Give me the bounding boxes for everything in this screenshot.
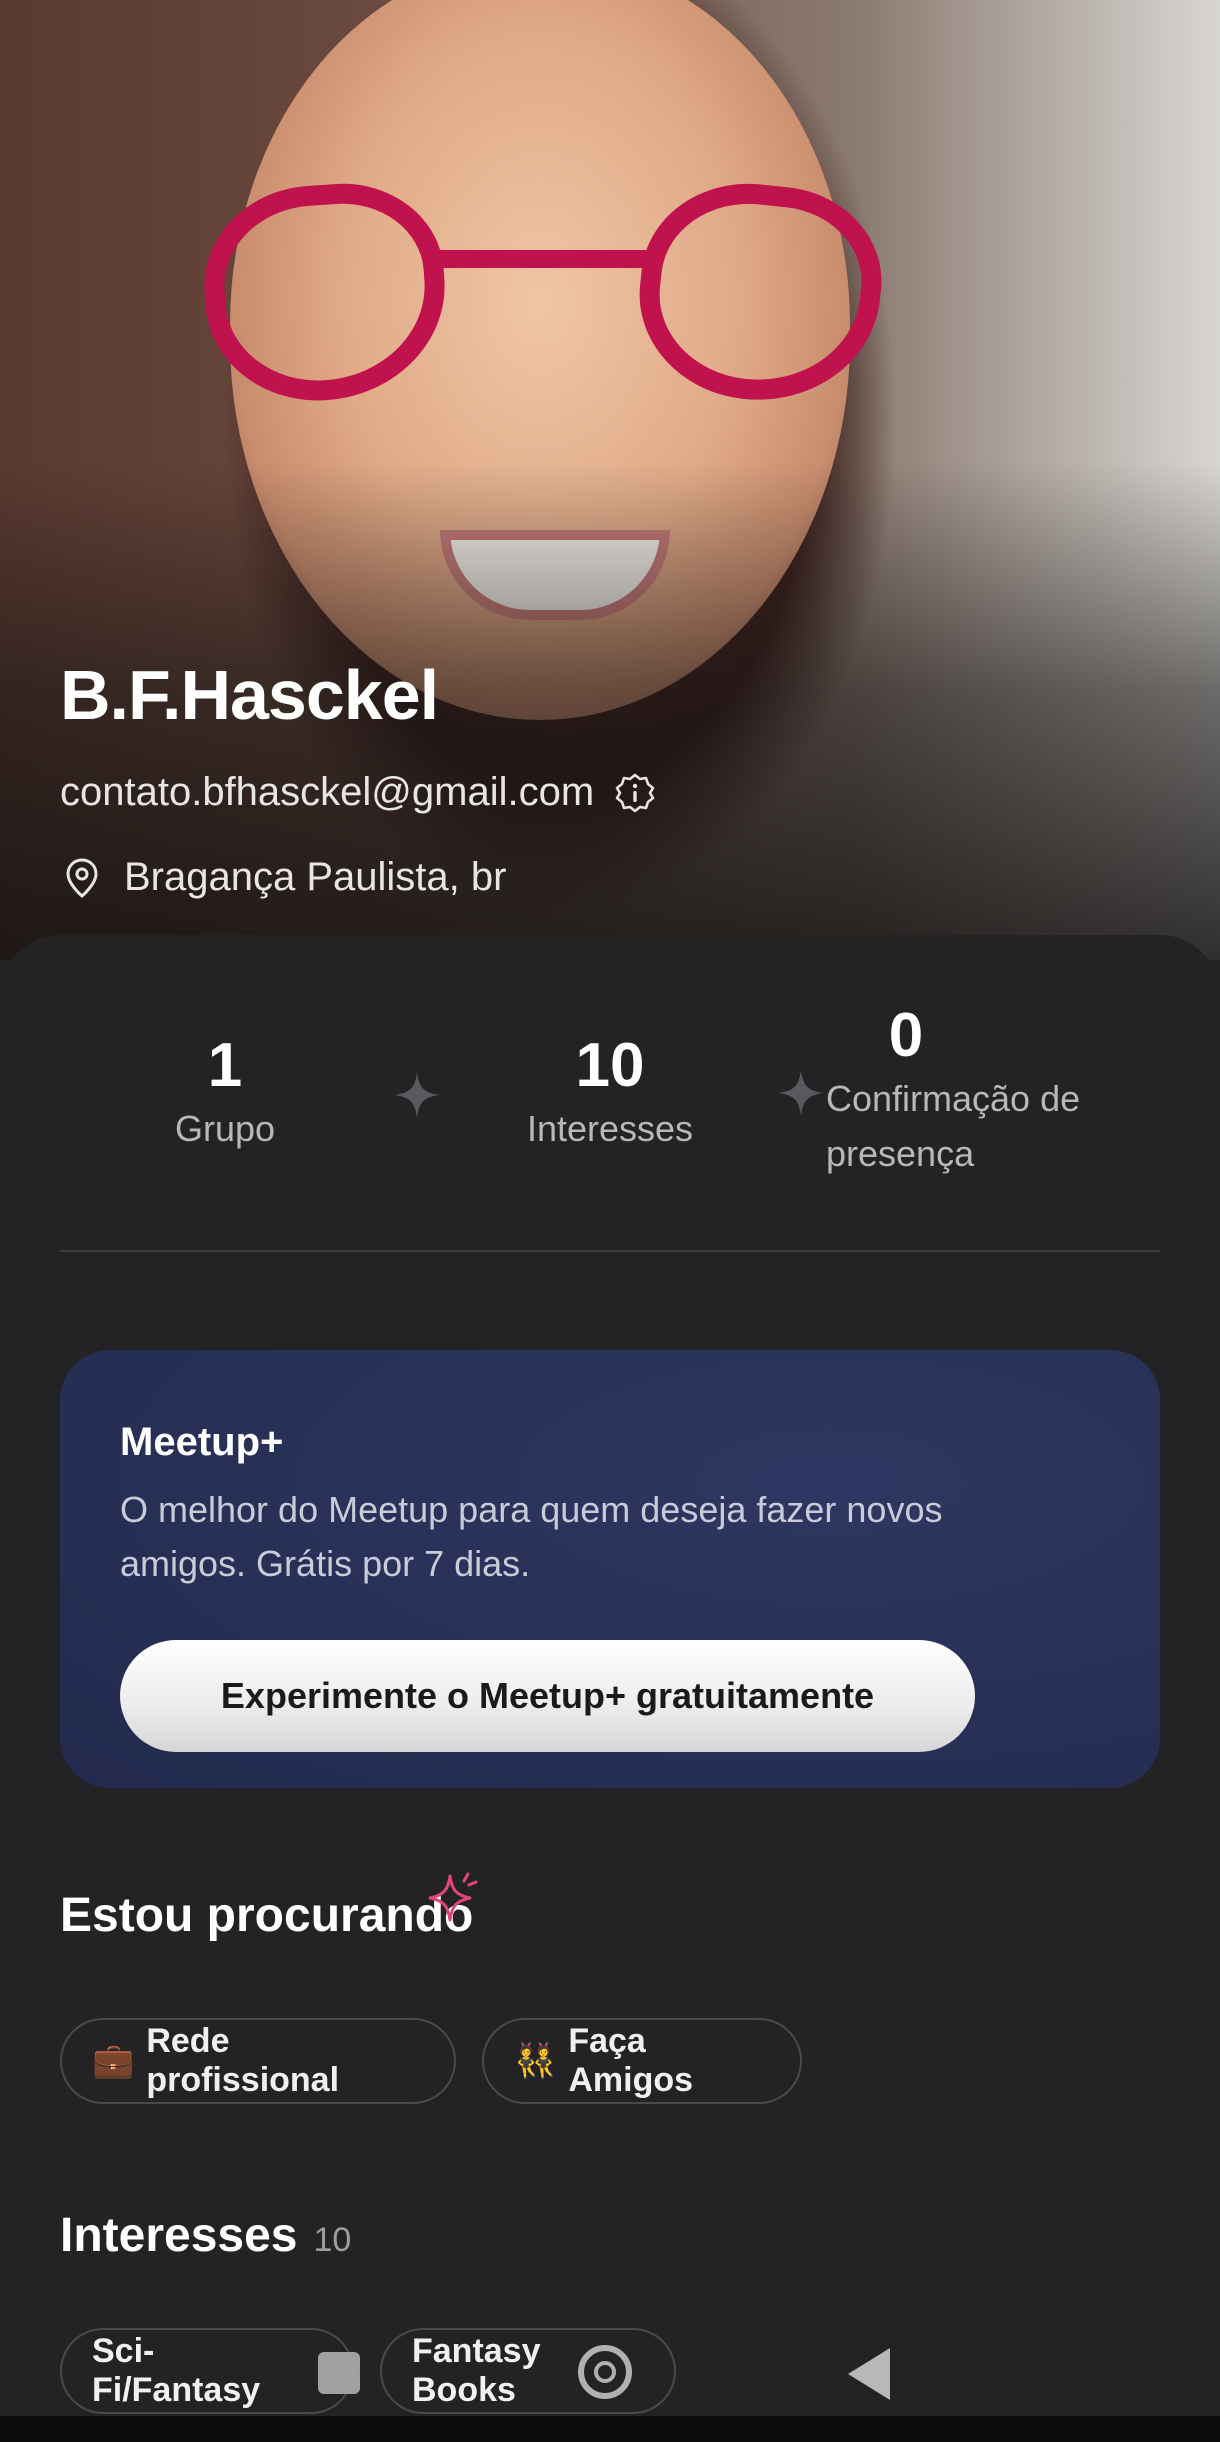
stat-value: 0	[888, 1001, 924, 1070]
stat-value: 10	[575, 1031, 645, 1100]
chip-label: Faça Amigos	[568, 2022, 694, 2099]
email-row: contato.bfhasckel@gmail.com	[60, 770, 656, 815]
interests-count: 10	[313, 2221, 352, 2259]
recents-nav-icon[interactable]	[318, 2352, 360, 2394]
stat-value: 1	[207, 1031, 243, 1100]
star-decoration-icon	[428, 1872, 478, 1922]
meetup-plus-card: Meetup+ O melhor do Meetup para quem des…	[60, 1350, 1160, 1788]
stat-label: Grupo	[174, 1108, 276, 1149]
photo-gradient-overlay	[0, 0, 1220, 960]
profile-name: B.F.Hasckel	[60, 656, 439, 734]
back-nav-icon[interactable]	[848, 2348, 890, 2400]
location-row: Bragança Paulista, br	[60, 855, 506, 900]
try-meetup-plus-button[interactable]: Experimente o Meetup+ gratuitamente	[120, 1640, 975, 1752]
stat-interests[interactable]: 10 Interesses	[500, 1030, 720, 1156]
stat-label: Confirmação de presença	[826, 1078, 1081, 1174]
chip-professional-network[interactable]: 💼 Rede profissional	[60, 2018, 456, 2104]
profile-email: contato.bfhasckel@gmail.com	[60, 770, 595, 814]
profile-location: Bragança Paulista, br	[124, 855, 507, 899]
sparkle-icon	[394, 1072, 440, 1118]
promo-text: O melhor do Meetup para quem deseja faze…	[120, 1489, 943, 1584]
chip-label: Sci-Fi/Fantasy	[92, 2332, 261, 2409]
info-icon[interactable]	[614, 772, 656, 814]
stat-rsvps[interactable]: 0 Confirmação de presença	[826, 1000, 1126, 1181]
chip-interest[interactable]: Sci-Fi/Fantasy	[60, 2328, 354, 2414]
stat-label: Interesses	[526, 1108, 694, 1149]
promo-title: Meetup+	[120, 1420, 284, 1464]
chip-make-friends[interactable]: 👯 Faça Amigos	[482, 2018, 802, 2104]
chip-label: Rede profissional	[146, 2022, 340, 2099]
location-pin-icon	[66, 857, 98, 898]
system-nav-bar	[0, 2416, 1220, 2442]
stat-groups[interactable]: 1 Grupo	[150, 1030, 300, 1156]
briefcase-icon: 💼	[92, 2042, 135, 2080]
friends-icon: 👯	[514, 2042, 557, 2080]
home-nav-icon[interactable]	[578, 2345, 632, 2399]
divider	[60, 1250, 1160, 1252]
profile-photo[interactable]	[0, 0, 1220, 960]
interests-title: Interesses 10	[60, 2208, 351, 2263]
sparkle-icon	[778, 1070, 824, 1116]
looking-for-title: Estou procurando	[60, 1889, 474, 1942]
interests-heading: Interesses	[60, 2209, 298, 2262]
